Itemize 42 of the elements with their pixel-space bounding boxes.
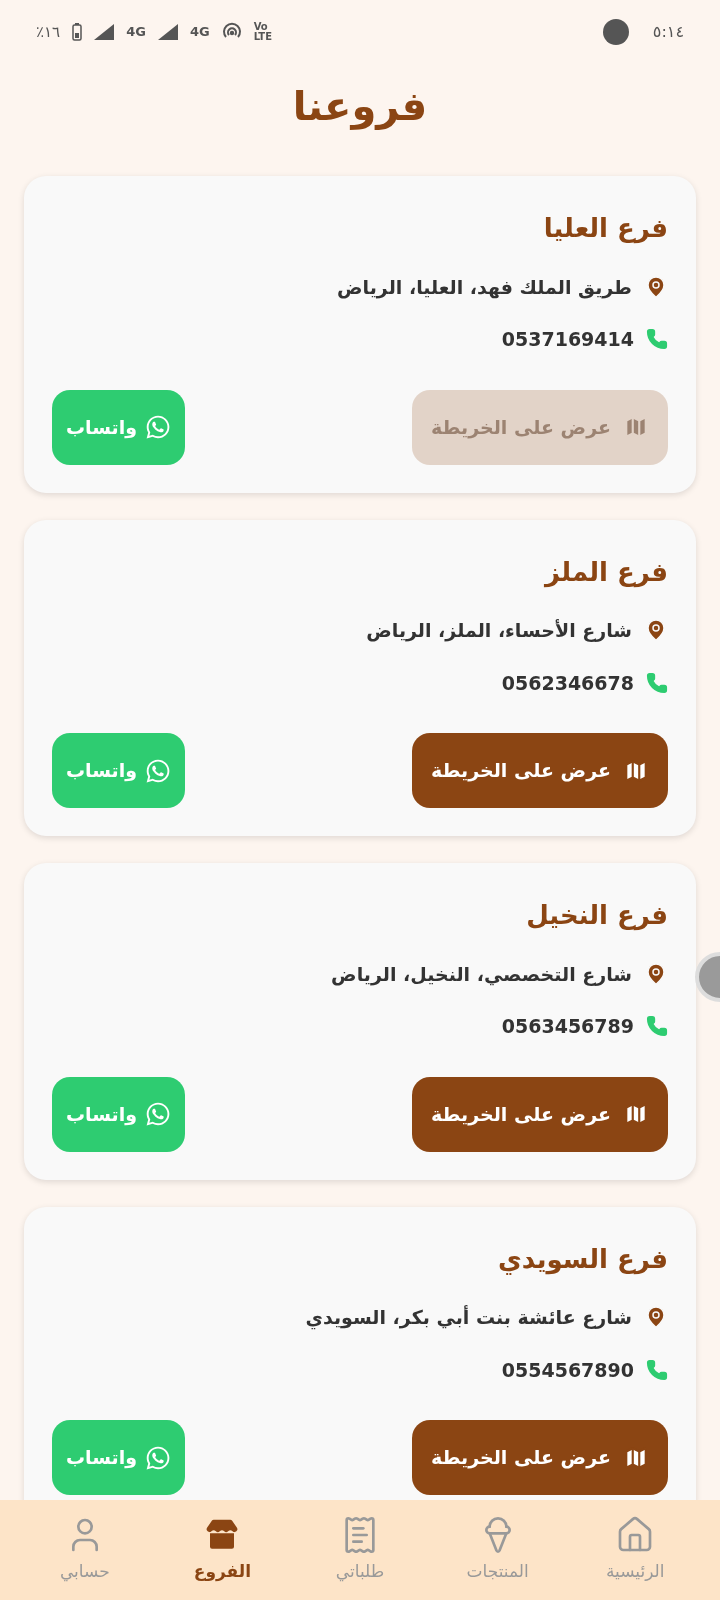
nav-tab[interactable]: المنتجات [442,1515,553,1585]
whatsapp-button[interactable]: واتساب [52,389,185,465]
branch-address: شارع عائشة بنت أبي بكر، السويدي [305,1304,632,1332]
phone-icon [646,1015,668,1038]
status-time: ٥:١٤ [652,21,684,43]
nav-tab[interactable]: الفروع [167,1515,278,1585]
nav-tab[interactable]: حسابي [29,1515,140,1585]
branch-name: فرع العليا [542,212,668,245]
page-title: فروعنا [292,82,428,132]
signal-icon [94,24,115,40]
signal-icon [157,24,178,40]
whatsapp-icon [145,1444,171,1471]
branch-name: فرع النخيل [525,899,668,932]
whatsapp-button[interactable]: واتساب [52,733,185,808]
whatsapp-icon [145,414,171,440]
battery-icon [72,23,83,41]
branch-name: فرع الملز [543,555,668,588]
whatsapp-icon [145,757,171,784]
branch-name: فرع السويدي [496,1242,668,1275]
volte-indicator: Vo LTE [253,22,273,42]
branch-address: شارع الأحساء، الملز، الرياض [366,618,632,644]
whatsapp-button[interactable]: واتساب [52,1420,185,1495]
phone-icon [646,1358,668,1381]
map-button[interactable]: عرض على الخريطة [412,1076,668,1152]
map-button[interactable]: عرض على الخريطة [412,1420,668,1495]
nav-tab[interactable]: طلباتي [305,1515,415,1585]
phone-icon [646,671,668,694]
battery-percent: ٪١٦ [36,21,61,43]
branch-address: شارع التخصصي، النخيل، الرياض [331,961,632,988]
phone-icon [646,328,668,351]
map-button[interactable]: عرض على الخريطة [412,733,668,808]
branch-address: طريق الملك فهد، العليا، الرياض [337,274,632,301]
phone-number: 0563456789 [501,1014,634,1039]
phone-number: 0537169414 [501,327,634,352]
network-type: 4G [126,23,146,42]
phone-number: 0554567890 [501,1357,634,1383]
whatsapp-icon [145,1101,171,1127]
whatsapp-button[interactable]: واتساب [52,1076,185,1152]
nav-tab[interactable]: الرئيسية [580,1515,691,1585]
record-indicator [602,19,629,45]
phone-number: 0562346678 [501,670,634,696]
network-type: 4G [189,23,210,42]
